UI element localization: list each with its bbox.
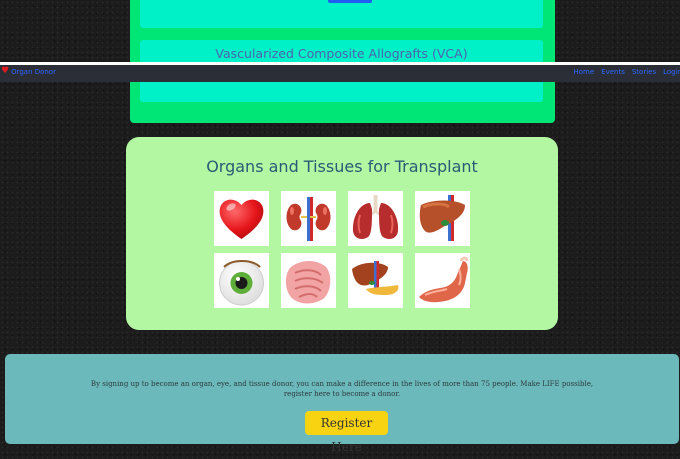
arm-tissue-icon <box>419 256 469 303</box>
vca-title: Vascularized Composite Allografts (VCA) <box>215 46 468 61</box>
pancreas-icon <box>352 261 399 295</box>
organ-tile-pancreas[interactable] <box>348 253 403 308</box>
nav-links: Home Events Stories Login <box>566 68 680 76</box>
intestine-icon <box>285 261 331 304</box>
vca-top-button[interactable] <box>328 0 372 3</box>
nav-link-home[interactable]: Home <box>573 68 594 76</box>
liver-icon <box>419 195 465 241</box>
organ-tile-tissue[interactable] <box>415 253 470 308</box>
organs-title: Organs and Tissues for Transplant <box>206 157 478 176</box>
organ-tile-intestine[interactable] <box>281 253 336 308</box>
organ-tile-lungs[interactable] <box>348 191 403 246</box>
register-button[interactable]: Register Here <box>305 411 388 454</box>
eye-icon <box>219 260 264 306</box>
organ-tile-liver[interactable] <box>415 191 470 246</box>
brand[interactable]: ♥ Organ Donor <box>1 67 56 76</box>
organ-tile-kidney[interactable] <box>281 191 336 246</box>
nav-link-login[interactable]: Login <box>663 68 680 76</box>
kidney-icon <box>286 197 331 241</box>
organs-card: Organs and Tissues for Transplant <box>126 137 558 330</box>
vca-top-panel <box>140 0 543 28</box>
register-text: By signing up to become an organ, eye, a… <box>90 380 594 398</box>
lungs-icon <box>352 195 399 239</box>
heart-icon: ♥ <box>1 66 10 76</box>
register-section: By signing up to become an organ, eye, a… <box>5 354 679 454</box>
organ-tile-heart[interactable] <box>214 191 269 246</box>
navbar: ♥ Organ Donor Home Events Stories Login <box>0 62 680 82</box>
organ-tile-eye[interactable] <box>214 253 269 308</box>
heart-icon <box>219 199 264 239</box>
nav-link-events[interactable]: Events <box>601 68 625 76</box>
nav-link-stories[interactable]: Stories <box>632 68 656 76</box>
brand-text: Organ Donor <box>11 67 57 76</box>
